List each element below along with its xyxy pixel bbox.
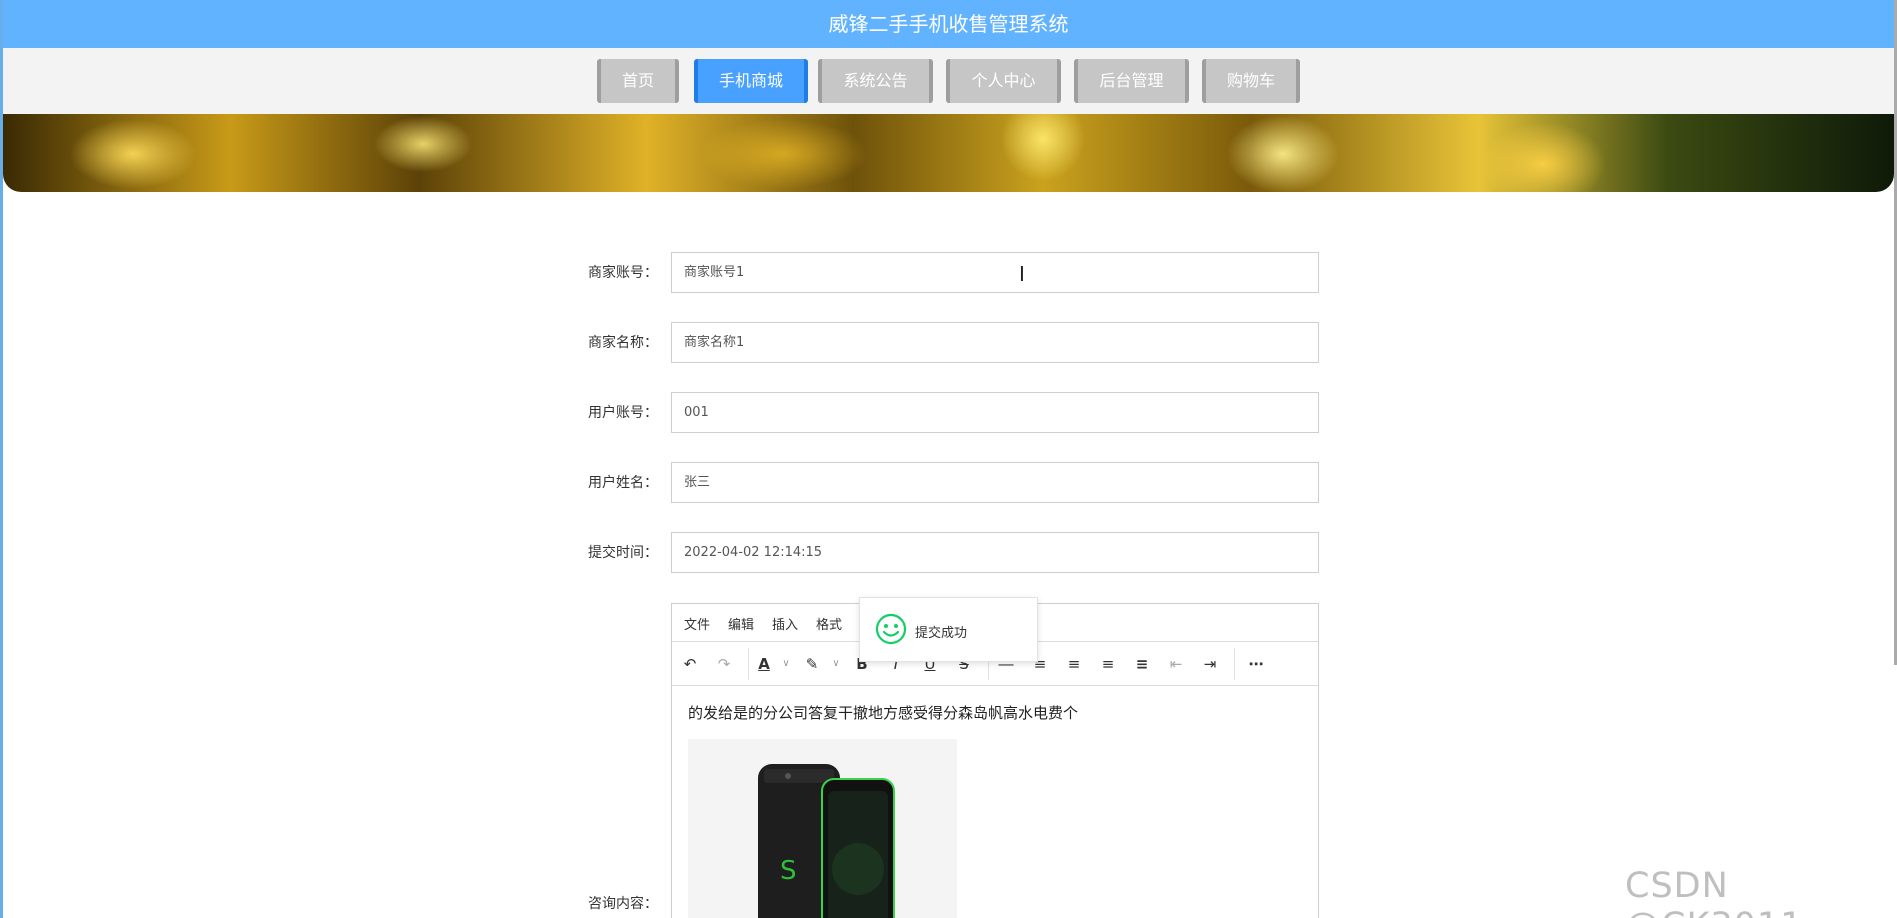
- undo-icon[interactable]: ↶: [678, 652, 702, 676]
- nav-admin[interactable]: 后台管理: [1074, 59, 1189, 103]
- smile-icon: [875, 613, 907, 645]
- highlight-icon[interactable]: ✎: [800, 652, 824, 676]
- menu-file[interactable]: 文件: [684, 614, 710, 633]
- menu-edit[interactable]: 编辑: [728, 614, 754, 633]
- menu-insert[interactable]: 插入: [772, 614, 798, 633]
- merchant-account-label: 商家账号：: [588, 265, 658, 281]
- justify-icon[interactable]: ≡: [1130, 652, 1154, 676]
- success-toast: 提交成功: [859, 597, 1038, 662]
- user-account-label: 用户账号：: [588, 405, 658, 421]
- merchant-name-field[interactable]: 商家名称1: [671, 322, 1319, 363]
- svg-text:S: S: [780, 856, 797, 886]
- nav-home[interactable]: 首页: [597, 59, 679, 103]
- align-center-icon[interactable]: ≡: [1062, 652, 1086, 676]
- outdent-icon[interactable]: ⇤: [1164, 652, 1188, 676]
- app-title: 威锋二手手机收售管理系统: [3, 0, 1894, 48]
- indent-icon[interactable]: ⇥: [1198, 652, 1222, 676]
- menu-format[interactable]: 格式: [816, 614, 842, 633]
- nav-cart[interactable]: 购物车: [1202, 59, 1300, 103]
- submit-time-field[interactable]: 2022-04-02 12:14:15: [671, 532, 1319, 573]
- toast-message: 提交成功: [915, 626, 968, 641]
- banner-image: [3, 114, 1894, 192]
- redo-icon[interactable]: ↷: [712, 652, 736, 676]
- font-color-icon[interactable]: A: [752, 652, 776, 676]
- editor-content-text: 的发给是的分公司答复干撤地方感受得分森岛帆高水电费个: [688, 704, 1079, 722]
- inquiry-content-label: 咨询内容：: [588, 896, 658, 912]
- nav-bar: 首页 手机商城 系统公告 个人中心 后台管理 购物车: [3, 48, 1894, 114]
- merchant-name-label: 商家名称：: [588, 335, 658, 351]
- page: 威锋二手手机收售管理系统 首页 手机商城 系统公告 个人中心 后台管理 购物车 …: [0, 0, 1897, 918]
- text-cursor-icon: I: [1019, 262, 1025, 286]
- submit-time-label: 提交时间：: [588, 545, 658, 561]
- watermark: CSDN @CK3011: [1625, 866, 1802, 918]
- align-right-icon[interactable]: ≡: [1096, 652, 1120, 676]
- phone-image: S: [688, 739, 957, 918]
- user-name-field[interactable]: 张三: [671, 462, 1319, 503]
- more-icon[interactable]: ⋯: [1244, 652, 1268, 676]
- chevron-down-icon[interactable]: ∨: [824, 652, 848, 676]
- nav-phone-mall[interactable]: 手机商城: [694, 59, 808, 103]
- merchant-account-field[interactable]: 商家账号1: [671, 252, 1319, 293]
- nav-announcements[interactable]: 系统公告: [818, 59, 933, 103]
- chevron-down-icon[interactable]: ∨: [774, 652, 798, 676]
- user-name-label: 用户姓名：: [588, 475, 658, 491]
- user-account-field[interactable]: 001: [671, 392, 1319, 433]
- nav-personal-center[interactable]: 个人中心: [946, 59, 1061, 103]
